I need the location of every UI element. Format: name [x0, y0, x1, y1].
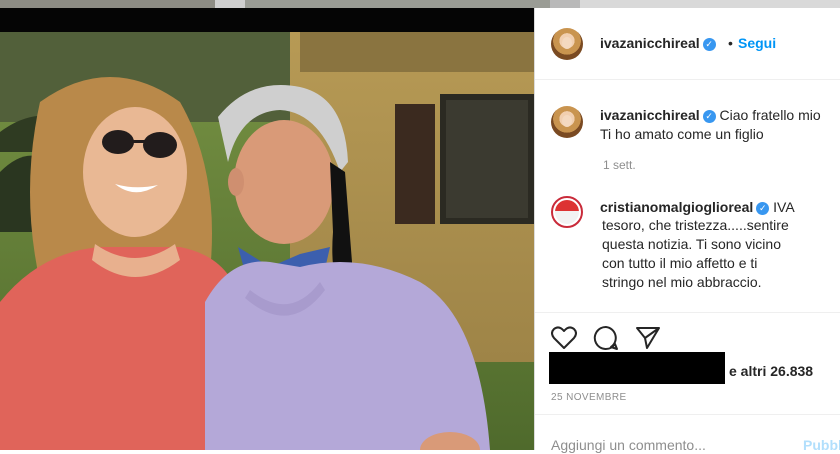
redaction-bar-top — [0, 8, 534, 32]
comment-body-line-2: Ti ho amato come un figlio — [600, 126, 764, 142]
background-strip — [0, 0, 840, 8]
separator-dot: • — [728, 35, 733, 51]
post-photo-illustration — [0, 32, 534, 450]
follow-button[interactable]: Segui — [738, 35, 776, 51]
publish-button[interactable]: Pubblica — [803, 437, 840, 453]
post-header: ivazanicchireal ✓ • Segui — [535, 8, 840, 80]
author-username[interactable]: ivazanicchireal ✓ — [600, 35, 716, 51]
comment-body-line-2: tesoro, che tristezza.....sentire — [602, 217, 789, 233]
comment-body: IVA — [773, 199, 795, 215]
likes-count[interactable]: e altri 26.838 — [729, 363, 813, 379]
add-comment-input[interactable]: Aggiungi un commento... — [551, 437, 706, 453]
comment-body: Ciao fratello mio — [719, 107, 821, 123]
verified-badge-icon: ✓ — [702, 110, 716, 123]
post-date[interactable]: 25 NOVEMBRE — [551, 392, 627, 403]
comment-line: cristianomalgioglioreal ✓ IVA — [600, 198, 840, 217]
author-avatar[interactable] — [551, 28, 583, 60]
comment-body-line-5: stringo nel mio abbraccio. — [602, 274, 762, 290]
comment-line: ivazanicchireal ✓ Ciao fratello mio — [600, 106, 835, 125]
verified-badge-icon: ✓ — [756, 202, 770, 215]
post-photo[interactable] — [0, 32, 534, 450]
likes-redacted-names — [549, 352, 725, 384]
paper-plane-icon[interactable] — [635, 326, 661, 350]
comment-avatar[interactable] — [551, 196, 583, 228]
author-username-text[interactable]: ivazanicchireal — [600, 35, 700, 51]
heart-icon[interactable] — [551, 326, 577, 350]
comment-author[interactable]: ivazanicchireal — [600, 107, 700, 123]
verified-badge-icon: ✓ — [702, 38, 716, 51]
add-comment-bar: Aggiungi un commento... Pubblica — [535, 414, 840, 453]
comment-author[interactable]: cristianomalgioglioreal — [600, 199, 753, 215]
post-side-panel: ivazanicchireal ✓ • Segui ivazanicchireal… — [534, 8, 840, 453]
comment-body-line-4: con tutto il mio affetto e ti — [602, 255, 758, 271]
comment-body-line-3: questa notizia. Ti sono vicino — [602, 236, 781, 252]
comment-bubble-icon[interactable] — [593, 325, 619, 351]
comment-avatar[interactable] — [551, 106, 583, 138]
comment-timestamp[interactable]: 1 sett. — [603, 158, 636, 172]
